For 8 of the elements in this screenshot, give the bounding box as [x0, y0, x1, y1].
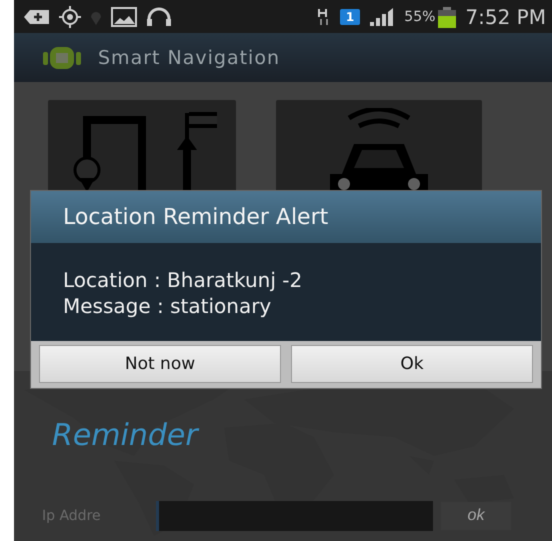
clock-time: 7:52 PM [465, 4, 546, 28]
app-title: Smart Navigation [98, 46, 280, 68]
dialog-message-line: Location : Bharatkunj -2 [63, 267, 304, 293]
notification-badge: 1 [340, 8, 360, 24]
section-label: Reminder [52, 418, 200, 453]
dialog-message-line: Message : stationary [63, 293, 272, 319]
dialog-title: Location Reminder Alert [31, 191, 541, 243]
battery-percent: 55% [404, 8, 436, 24]
